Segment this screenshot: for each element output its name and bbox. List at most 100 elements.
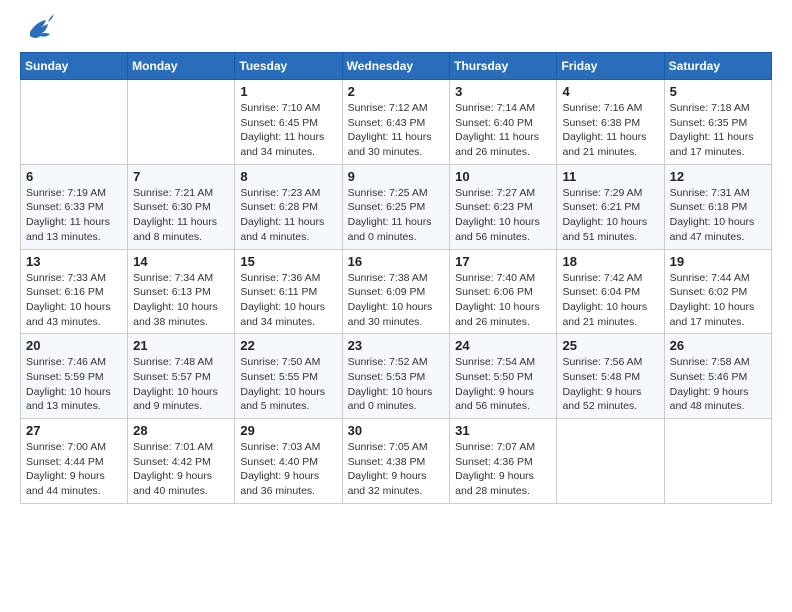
day-number: 15: [240, 254, 336, 269]
day-info: Sunrise: 7:07 AMSunset: 4:36 PMDaylight:…: [455, 440, 551, 499]
day-info: Sunrise: 7:18 AMSunset: 6:35 PMDaylight:…: [670, 101, 766, 160]
calendar-header-row: SundayMondayTuesdayWednesdayThursdayFrid…: [21, 53, 772, 80]
day-number: 21: [133, 338, 229, 353]
day-info: Sunrise: 7:36 AMSunset: 6:11 PMDaylight:…: [240, 271, 336, 330]
calendar-cell: 5 Sunrise: 7:18 AMSunset: 6:35 PMDaylight…: [664, 80, 771, 165]
day-number: 26: [670, 338, 766, 353]
day-number: 27: [26, 423, 122, 438]
calendar-cell: [128, 80, 235, 165]
day-info: Sunrise: 7:16 AMSunset: 6:38 PMDaylight:…: [562, 101, 658, 160]
day-of-week-header: Sunday: [21, 53, 128, 80]
day-number: 16: [348, 254, 445, 269]
calendar-cell: 16 Sunrise: 7:38 AMSunset: 6:09 PMDayligh…: [342, 249, 450, 334]
day-of-week-header: Saturday: [664, 53, 771, 80]
calendar-cell: [664, 419, 771, 504]
page-header: [20, 20, 772, 42]
calendar-cell: 15 Sunrise: 7:36 AMSunset: 6:11 PMDayligh…: [235, 249, 342, 334]
day-info: Sunrise: 7:34 AMSunset: 6:13 PMDaylight:…: [133, 271, 229, 330]
day-info: Sunrise: 7:31 AMSunset: 6:18 PMDaylight:…: [670, 186, 766, 245]
calendar-cell: 30 Sunrise: 7:05 AMSunset: 4:38 PMDayligh…: [342, 419, 450, 504]
day-info: Sunrise: 7:25 AMSunset: 6:25 PMDaylight:…: [348, 186, 445, 245]
calendar-cell: 13Sunrise: 7:33 AMSunset: 6:16 PMDayligh…: [21, 249, 128, 334]
day-info: Sunrise: 7:52 AMSunset: 5:53 PMDaylight:…: [348, 355, 445, 414]
calendar-cell: 26 Sunrise: 7:58 AMSunset: 5:46 PMDayligh…: [664, 334, 771, 419]
day-number: 24: [455, 338, 551, 353]
day-number: 12: [670, 169, 766, 184]
day-info: Sunrise: 7:10 AMSunset: 6:45 PMDaylight:…: [240, 101, 336, 160]
calendar-cell: 8 Sunrise: 7:23 AMSunset: 6:28 PMDaylight…: [235, 164, 342, 249]
day-info: Sunrise: 7:54 AMSunset: 5:50 PMDaylight:…: [455, 355, 551, 414]
day-info: Sunrise: 7:58 AMSunset: 5:46 PMDaylight:…: [670, 355, 766, 414]
day-number: 14: [133, 254, 229, 269]
day-info: Sunrise: 7:50 AMSunset: 5:55 PMDaylight:…: [240, 355, 336, 414]
day-number: 17: [455, 254, 551, 269]
calendar-table: SundayMondayTuesdayWednesdayThursdayFrid…: [20, 52, 772, 504]
calendar-week-row: 6Sunrise: 7:19 AMSunset: 6:33 PMDaylight…: [21, 164, 772, 249]
day-info: Sunrise: 7:42 AMSunset: 6:04 PMDaylight:…: [562, 271, 658, 330]
calendar-cell: 27 Sunrise: 7:00 AMSunset: 4:44 PMDayligh…: [21, 419, 128, 504]
day-of-week-header: Thursday: [450, 53, 557, 80]
calendar-cell: 29 Sunrise: 7:03 AMSunset: 4:40 PMDayligh…: [235, 419, 342, 504]
day-number: 5: [670, 84, 766, 99]
day-number: 18: [562, 254, 658, 269]
day-info: Sunrise: 7:33 AMSunset: 6:16 PMDaylight:…: [26, 271, 122, 330]
day-number: 3: [455, 84, 551, 99]
day-info: Sunrise: 7:01 AMSunset: 4:42 PMDaylight:…: [133, 440, 229, 499]
day-number: 19: [670, 254, 766, 269]
day-of-week-header: Friday: [557, 53, 664, 80]
day-info: Sunrise: 7:05 AMSunset: 4:38 PMDaylight:…: [348, 440, 445, 499]
day-of-week-header: Wednesday: [342, 53, 450, 80]
day-info: Sunrise: 7:23 AMSunset: 6:28 PMDaylight:…: [240, 186, 336, 245]
day-number: 4: [562, 84, 658, 99]
calendar-cell: 21 Sunrise: 7:48 AMSunset: 5:57 PMDayligh…: [128, 334, 235, 419]
calendar-cell: [557, 419, 664, 504]
calendar-cell: 11 Sunrise: 7:29 AMSunset: 6:21 PMDayligh…: [557, 164, 664, 249]
calendar-cell: 20 Sunrise: 7:46 AMSunset: 5:59 PMDayligh…: [21, 334, 128, 419]
day-info: Sunrise: 7:40 AMSunset: 6:06 PMDaylight:…: [455, 271, 551, 330]
calendar-cell: 9 Sunrise: 7:25 AMSunset: 6:25 PMDaylight…: [342, 164, 450, 249]
day-number: 28: [133, 423, 229, 438]
calendar-week-row: 20 Sunrise: 7:46 AMSunset: 5:59 PMDayligh…: [21, 334, 772, 419]
day-info: Sunrise: 7:38 AMSunset: 6:09 PMDaylight:…: [348, 271, 445, 330]
calendar-cell: 14 Sunrise: 7:34 AMSunset: 6:13 PMDayligh…: [128, 249, 235, 334]
calendar-cell: 2 Sunrise: 7:12 AMSunset: 6:43 PMDaylight…: [342, 80, 450, 165]
day-info: Sunrise: 7:03 AMSunset: 4:40 PMDaylight:…: [240, 440, 336, 499]
day-info: Sunrise: 7:29 AMSunset: 6:21 PMDaylight:…: [562, 186, 658, 245]
logo-bird-icon: [22, 12, 54, 40]
calendar-week-row: 13Sunrise: 7:33 AMSunset: 6:16 PMDayligh…: [21, 249, 772, 334]
day-number: 1: [240, 84, 336, 99]
day-number: 25: [562, 338, 658, 353]
day-of-week-header: Tuesday: [235, 53, 342, 80]
calendar-cell: 31 Sunrise: 7:07 AMSunset: 4:36 PMDayligh…: [450, 419, 557, 504]
day-info: Sunrise: 7:56 AMSunset: 5:48 PMDaylight:…: [562, 355, 658, 414]
day-number: 9: [348, 169, 445, 184]
day-number: 30: [348, 423, 445, 438]
day-of-week-header: Monday: [128, 53, 235, 80]
calendar-cell: 22 Sunrise: 7:50 AMSunset: 5:55 PMDayligh…: [235, 334, 342, 419]
day-number: 31: [455, 423, 551, 438]
day-number: 7: [133, 169, 229, 184]
day-number: 29: [240, 423, 336, 438]
calendar-cell: 1 Sunrise: 7:10 AMSunset: 6:45 PMDaylight…: [235, 80, 342, 165]
day-number: 20: [26, 338, 122, 353]
calendar-cell: 7 Sunrise: 7:21 AMSunset: 6:30 PMDaylight…: [128, 164, 235, 249]
day-number: 11: [562, 169, 658, 184]
day-number: 8: [240, 169, 336, 184]
day-info: Sunrise: 7:00 AMSunset: 4:44 PMDaylight:…: [26, 440, 122, 499]
day-info: Sunrise: 7:46 AMSunset: 5:59 PMDaylight:…: [26, 355, 122, 414]
day-number: 22: [240, 338, 336, 353]
day-number: 10: [455, 169, 551, 184]
day-info: Sunrise: 7:48 AMSunset: 5:57 PMDaylight:…: [133, 355, 229, 414]
calendar-cell: 28 Sunrise: 7:01 AMSunset: 4:42 PMDayligh…: [128, 419, 235, 504]
day-info: Sunrise: 7:19 AMSunset: 6:33 PMDaylight:…: [26, 186, 122, 245]
day-info: Sunrise: 7:21 AMSunset: 6:30 PMDaylight:…: [133, 186, 229, 245]
calendar-week-row: 27 Sunrise: 7:00 AMSunset: 4:44 PMDayligh…: [21, 419, 772, 504]
day-info: Sunrise: 7:27 AMSunset: 6:23 PMDaylight:…: [455, 186, 551, 245]
day-number: 23: [348, 338, 445, 353]
day-info: Sunrise: 7:12 AMSunset: 6:43 PMDaylight:…: [348, 101, 445, 160]
calendar-cell: 24 Sunrise: 7:54 AMSunset: 5:50 PMDayligh…: [450, 334, 557, 419]
calendar-cell: 6Sunrise: 7:19 AMSunset: 6:33 PMDaylight…: [21, 164, 128, 249]
day-info: Sunrise: 7:14 AMSunset: 6:40 PMDaylight:…: [455, 101, 551, 160]
logo: [20, 20, 54, 42]
day-number: 2: [348, 84, 445, 99]
